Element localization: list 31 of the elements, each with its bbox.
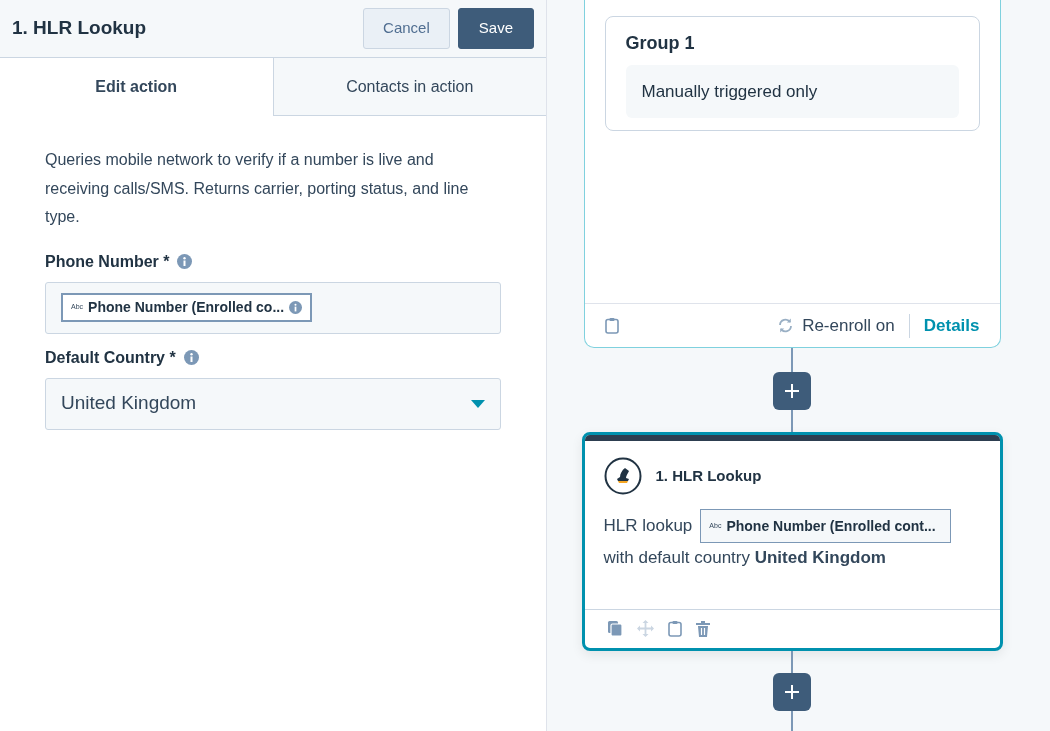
panel-title: 1. HLR Lookup <box>12 17 147 40</box>
trash-icon <box>695 620 710 637</box>
clipboard-icon <box>604 317 619 335</box>
info-icon <box>183 350 199 365</box>
move-icon <box>636 620 654 638</box>
add-step-button[interactable] <box>773 673 811 711</box>
condition-chip: Manually triggered only <box>625 64 959 119</box>
description: Queries mobile network to verify if a number is live and receiving calls/SMS. Returns carrier, porting status, and line type. <box>45 150 470 227</box>
refresh-icon <box>777 317 795 335</box>
info-icon <box>289 301 303 314</box>
token-text: Phone Number (Enrolled co... <box>88 298 285 317</box>
plus-icon <box>784 684 800 700</box>
group-title: Group 1 <box>625 33 696 55</box>
plus-icon <box>784 383 800 400</box>
sentence-text: with default country United Kingdom <box>603 547 887 570</box>
cancel-button[interactable]: Cancel <box>363 8 450 49</box>
caret-icon <box>471 399 485 408</box>
details-link[interactable]: Details <box>908 313 980 338</box>
field-label: Phone Number * <box>45 251 170 272</box>
reenroll-status: Re-enroll on <box>802 314 895 337</box>
copy-icon <box>606 620 623 638</box>
add-step-button[interactable] <box>773 372 811 411</box>
clipboard-icon <box>667 620 682 638</box>
save-button[interactable]: Save <box>457 8 534 49</box>
info-icon <box>177 254 193 269</box>
action-title: 1. HLR Lookup <box>655 465 762 486</box>
country-dropdown[interactable]: United Kingdom <box>45 377 501 430</box>
sentence-text: HLR lookup <box>603 515 693 538</box>
field-label: Default Country * <box>45 347 176 368</box>
tab[interactable]: Contacts in action <box>272 58 546 116</box>
token-text: Phone Number (Enrolled cont... <box>726 517 936 537</box>
